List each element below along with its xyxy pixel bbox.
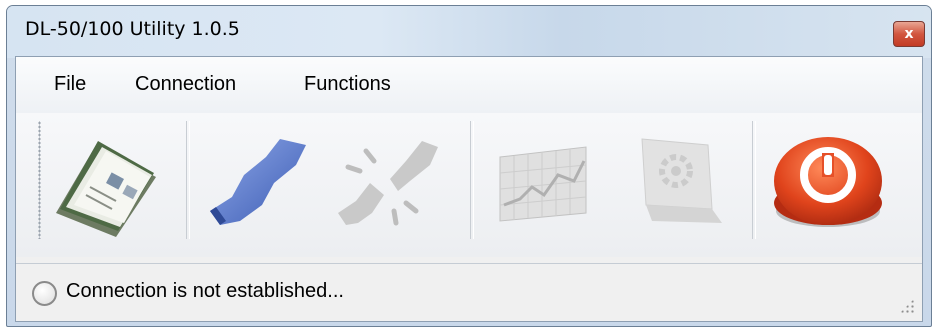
disconnect-button[interactable] — [326, 123, 450, 239]
menu-connection[interactable]: Connection — [135, 73, 236, 96]
disconnect-icon — [338, 141, 438, 226]
app-window: DL-50/100 Utility 1.0.5 x File Connectio… — [6, 5, 932, 327]
menu-bar: File Connection Functions — [16, 57, 922, 113]
toolbar — [16, 113, 922, 257]
close-icon: x — [904, 26, 914, 42]
open-file-icon — [56, 141, 156, 237]
title-bar[interactable]: DL-50/100 Utility 1.0.5 x — [7, 6, 931, 58]
chart-button[interactable] — [482, 123, 606, 239]
client-area: File Connection Functions Connection is … — [15, 56, 923, 322]
toolbar-separator — [752, 121, 756, 239]
toolbar-separator — [186, 121, 190, 239]
open-file-button[interactable] — [46, 123, 170, 239]
toolbar-separator — [470, 121, 474, 239]
toolbar-grip[interactable] — [38, 121, 41, 239]
connection-status-icon — [32, 281, 57, 306]
window-title: DL-50/100 Utility 1.0.5 — [25, 18, 240, 40]
menu-functions[interactable]: Functions — [304, 73, 391, 96]
settings-button[interactable] — [612, 123, 736, 239]
connect-button[interactable] — [196, 123, 320, 239]
status-bar: Connection is not established... — [16, 263, 922, 321]
close-button[interactable]: x — [893, 21, 925, 47]
settings-icon — [641, 138, 722, 223]
power-exit-icon — [774, 137, 882, 227]
exit-button[interactable] — [766, 123, 890, 239]
status-text: Connection is not established... — [66, 280, 344, 302]
menu-file[interactable]: File — [54, 73, 86, 96]
resize-grip[interactable] — [900, 299, 914, 313]
chart-icon — [499, 146, 587, 222]
connect-icon — [210, 139, 306, 225]
